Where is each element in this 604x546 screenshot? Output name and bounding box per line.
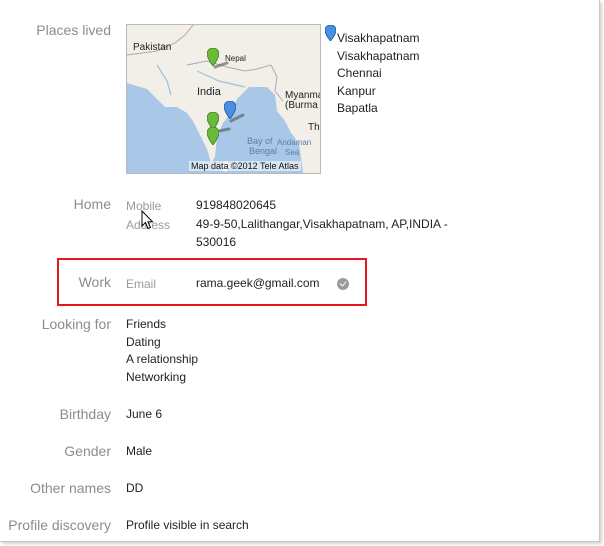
looking-for-item: A relationship xyxy=(126,352,199,366)
map-credit: Map data ©2012 Tele Atlas xyxy=(189,161,301,171)
looking-for-list: Friends Dating A relationship Networking xyxy=(126,316,198,386)
current-place-pin-icon xyxy=(325,25,336,41)
places-map[interactable]: Pakistan Nepal India Myanma (Burma Bay o… xyxy=(126,24,321,174)
verified-check-icon xyxy=(337,278,349,290)
place-item: Kanpur xyxy=(337,83,376,98)
map-label-pakistan: Pakistan xyxy=(133,42,172,53)
map-label-andaman: Andaman xyxy=(277,138,312,147)
map-label-india: India xyxy=(197,86,221,98)
map-label-sea: Sea xyxy=(285,148,300,157)
other-names-label: Other names xyxy=(30,480,111,496)
email-label: Email xyxy=(126,277,157,291)
map-label-burma: (Burma xyxy=(285,100,318,111)
birthday-value: June 6 xyxy=(126,407,163,421)
places-lived-label: Places lived xyxy=(36,22,111,38)
birthday-label: Birthday xyxy=(59,406,111,422)
map-pin-kanpur[interactable] xyxy=(207,48,219,66)
map-label-nepal: Nepal xyxy=(225,54,246,63)
place-item: Visakhapatnam xyxy=(337,31,420,45)
address-line-2: 530016 xyxy=(196,235,237,249)
map-label-th: Th xyxy=(308,122,320,133)
mouse-cursor-icon xyxy=(141,210,154,230)
gender-label: Gender xyxy=(64,443,111,459)
looking-for-label: Looking for xyxy=(41,316,111,332)
place-item: Visakhapatnam xyxy=(337,48,420,63)
profile-discovery-value: Profile visible in search xyxy=(126,518,249,532)
home-label: Home xyxy=(73,196,111,212)
other-names-value: DD xyxy=(126,481,144,495)
gender-value: Male xyxy=(126,444,153,458)
profile-discovery-label: Profile discovery xyxy=(8,517,111,533)
looking-for-item: Networking xyxy=(126,369,187,384)
mobile-value: 919848020645 xyxy=(196,198,277,212)
looking-for-item: Friends xyxy=(126,317,167,331)
map-label-bay: Bay of xyxy=(247,136,273,146)
place-item: Chennai xyxy=(337,66,382,80)
email-value[interactable]: rama.geek@gmail.com xyxy=(196,275,320,293)
address-line-1: 49-9-50,Lalithangar,Visakhapatnam, AP,IN… xyxy=(196,217,448,231)
map-pin-chennai[interactable] xyxy=(207,127,219,145)
work-label: Work xyxy=(78,274,111,290)
map-label-bengal: Bengal xyxy=(249,146,278,156)
places-list: Visakhapatnam Visakhapatnam Chennai Kanp… xyxy=(337,30,420,118)
map-pin-visakhapatnam[interactable] xyxy=(224,101,236,119)
looking-for-item: Dating xyxy=(126,334,161,349)
place-item: Bapatla xyxy=(337,101,378,115)
